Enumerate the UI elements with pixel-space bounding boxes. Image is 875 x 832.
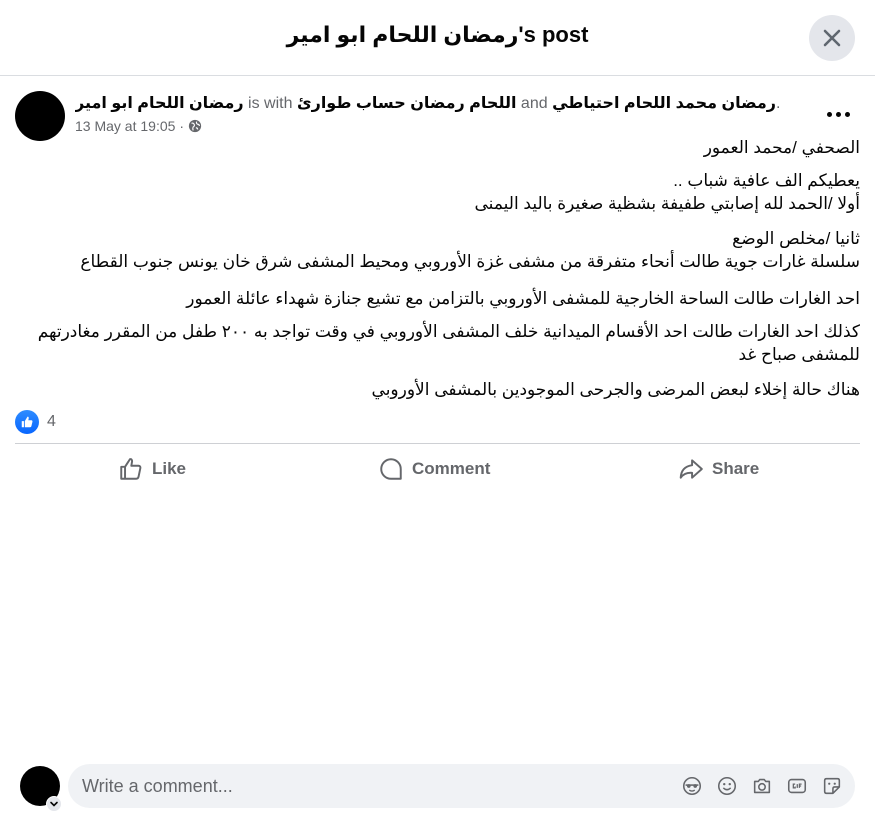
and-text: and xyxy=(520,95,548,112)
post-timestamp[interactable]: 13 May at 19:05 xyxy=(75,118,175,134)
gif-icon[interactable] xyxy=(785,775,809,797)
camera-icon[interactable] xyxy=(750,775,774,797)
more-dot xyxy=(844,111,850,117)
dialog-header: رمضان اللحام ابو امير's post xyxy=(0,0,875,76)
like-label: Like xyxy=(152,459,187,478)
post-paragraph-6: هناك حالة إخلاء لبعض المرضى والجرحى المو… xyxy=(16,378,860,401)
post-line: يعطيكم الف عافية شباب .. xyxy=(673,171,860,190)
emoji-icon[interactable] xyxy=(715,775,739,797)
is-with-text: is with xyxy=(248,95,293,112)
share-label: Share xyxy=(712,459,760,478)
dialog-title: رمضان اللحام ابو امير's post xyxy=(286,22,589,47)
post-paragraph-3: ثانيا /مخلص الوضع سلسلة غارات جوية طالت … xyxy=(16,227,860,273)
share-button[interactable]: Share xyxy=(678,452,759,486)
tagged-person-2[interactable]: رمضان محمد اللحام احتياطي xyxy=(552,95,776,112)
author-line: رمضان اللحام ابو امير is with اللحام رمض… xyxy=(75,93,795,113)
globe-icon[interactable] xyxy=(188,119,202,133)
post-line: احد الغارات طالت الساحة الخارجية للمشفى … xyxy=(186,289,860,308)
author-name[interactable]: رمضان اللحام ابو امير xyxy=(75,95,244,112)
author-avatar[interactable] xyxy=(15,91,65,141)
post-line: ثانيا /مخلص الوضع xyxy=(732,229,860,248)
sticker-icon[interactable] xyxy=(820,775,844,797)
close-button[interactable] xyxy=(809,15,855,61)
chevron-down-icon[interactable] xyxy=(46,796,62,812)
avatar-sticker-icon[interactable] xyxy=(680,775,704,797)
post-line: الصحفي /محمد العمور xyxy=(703,138,860,157)
share-icon xyxy=(679,459,703,479)
post-meta: 13 May at 19:05 · xyxy=(75,118,202,134)
trailing-period: . xyxy=(776,95,781,112)
comment-icon xyxy=(380,458,402,480)
like-button[interactable]: Like xyxy=(118,452,186,486)
comment-input[interactable] xyxy=(82,764,642,808)
post-paragraph-5: كذلك احد الغارات طالت احد الأقسام الميدا… xyxy=(16,320,860,366)
comment-label: Comment xyxy=(412,459,491,478)
post-paragraph-1: الصحفي /محمد العمور xyxy=(16,136,860,159)
comment-button[interactable]: Comment xyxy=(378,452,490,486)
comment-composer xyxy=(68,764,855,808)
reactions-summary[interactable]: 4 xyxy=(15,410,56,434)
more-dot xyxy=(826,111,832,117)
post-line: أولا /الحمد لله إصابتي طفيفة بشظية صغيرة… xyxy=(474,194,860,213)
reaction-count: 4 xyxy=(47,413,56,430)
close-icon xyxy=(823,29,841,47)
post-paragraph-4: احد الغارات طالت الساحة الخارجية للمشفى … xyxy=(16,287,860,310)
meta-separator: · xyxy=(179,118,185,134)
post-line: كذلك احد الغارات طالت احد الأقسام الميدا… xyxy=(37,322,860,364)
actions-divider xyxy=(15,443,860,444)
post-paragraph-2: يعطيكم الف عافية شباب .. أولا /الحمد لله… xyxy=(16,169,860,215)
post-line: سلسلة غارات جوية طالت أنحاء متفرقة من مش… xyxy=(80,252,860,271)
more-dot xyxy=(835,111,841,117)
like-icon xyxy=(120,458,142,480)
like-reaction-icon xyxy=(15,410,39,434)
tagged-person-1[interactable]: اللحام رمضان حساب طوارئ xyxy=(297,95,517,112)
more-options-button[interactable] xyxy=(820,100,856,128)
post-line: هناك حالة إخلاء لبعض المرضى والجرحى المو… xyxy=(371,380,860,399)
